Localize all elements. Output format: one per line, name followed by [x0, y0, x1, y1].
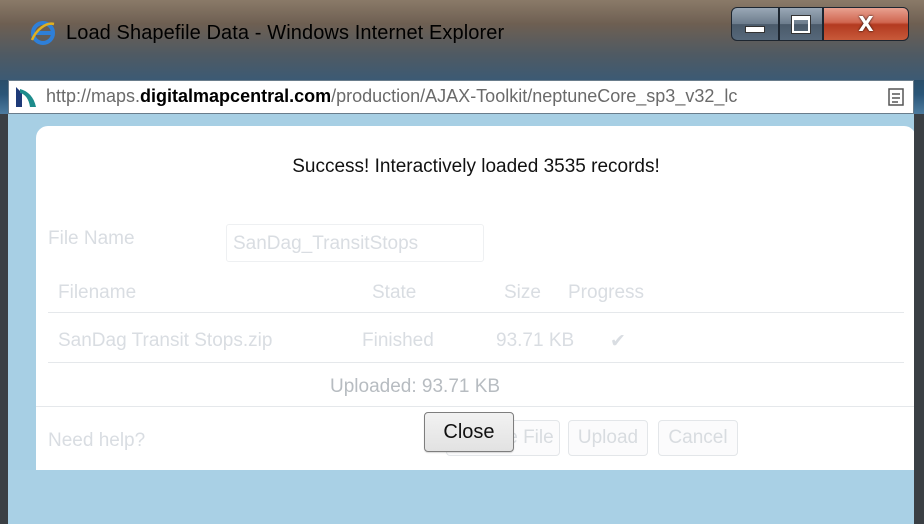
- cancel-button: Cancel: [658, 420, 738, 456]
- minimize-button[interactable]: [731, 7, 779, 41]
- maximize-icon: [792, 15, 810, 33]
- row-filename: SanDag Transit Stops.zip: [58, 330, 273, 351]
- table-divider: [48, 312, 904, 313]
- column-header-filename: Filename: [58, 282, 137, 303]
- maximize-button[interactable]: [779, 7, 823, 41]
- table-divider-bottom: [48, 362, 904, 363]
- internet-explorer-icon: [30, 21, 55, 45]
- column-header-progress: Progress: [568, 282, 645, 303]
- title-bar: Load Shapefile Data - Windows Internet E…: [0, 0, 924, 80]
- close-window-button[interactable]: X: [823, 7, 909, 41]
- window-title: Load Shapefile Data - Windows Internet E…: [66, 22, 505, 44]
- window-left-border: [0, 114, 8, 524]
- minimize-icon: [745, 25, 765, 33]
- window-right-border: [914, 114, 924, 524]
- upload-button: Upload: [568, 420, 648, 456]
- url-domain: digitalmapcentral.com: [140, 86, 332, 106]
- help-link: Need help?: [48, 430, 146, 451]
- url-prefix: http://maps.: [46, 86, 141, 106]
- close-icon: X: [858, 12, 874, 36]
- file-name-label: File Name: [48, 228, 135, 249]
- row-state: Finished: [362, 330, 434, 351]
- address-bar[interactable]: http://maps.digitalmapcentral.com/produc…: [8, 80, 914, 114]
- column-header-size: Size: [504, 282, 541, 303]
- row-size: 93.71 KB: [496, 330, 575, 351]
- file-name-value: SanDag_TransitStops: [233, 233, 419, 254]
- page-content: File Name SanDag_TransitStops Filename S…: [8, 114, 914, 524]
- success-message: Success! Interactively loaded 3535 recor…: [292, 156, 660, 177]
- row-progress-check-icon: ✔: [610, 331, 626, 352]
- file-name-input: SanDag_TransitStops: [226, 224, 484, 262]
- close-button[interactable]: Close: [424, 412, 514, 452]
- site-favicon-icon: [14, 85, 38, 109]
- column-header-state: State: [372, 282, 417, 303]
- load-shapefile-dialog: File Name SanDag_TransitStops Filename S…: [36, 126, 914, 486]
- window-controls: X: [731, 7, 909, 41]
- page-background-strip: [8, 470, 914, 524]
- url-text[interactable]: http://maps.digitalmapcentral.com/produc…: [46, 86, 737, 107]
- compatibility-view-icon[interactable]: [887, 87, 905, 107]
- browser-window: Load Shapefile Data - Windows Internet E…: [0, 0, 924, 524]
- url-path: /production/AJAX-Toolkit/neptuneCore_sp3…: [331, 86, 738, 106]
- footer-divider: [36, 406, 914, 407]
- uploaded-total: Uploaded: 93.71 KB: [330, 376, 501, 397]
